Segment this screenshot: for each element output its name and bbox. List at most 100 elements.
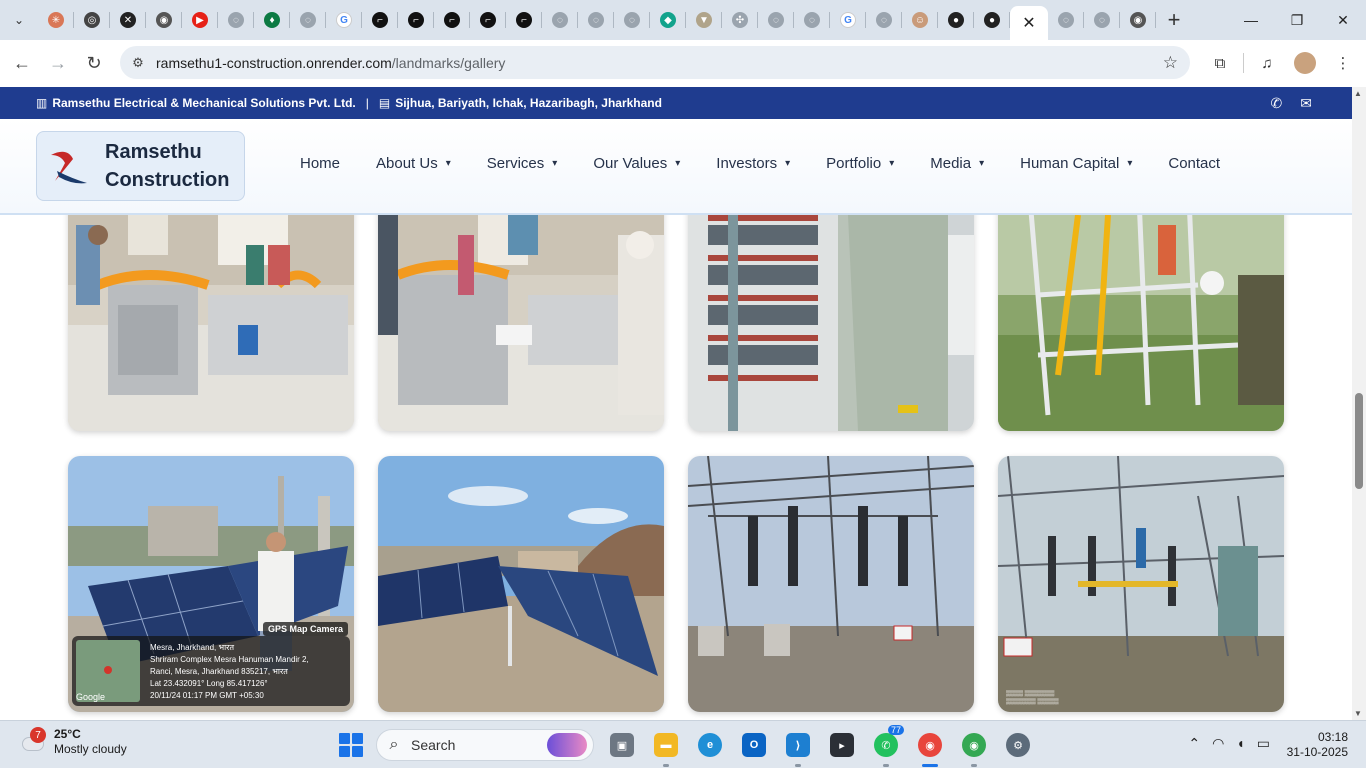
browser-tab-3[interactable]: ✕	[110, 0, 146, 40]
phone-icon[interactable]: ✆	[1271, 95, 1283, 112]
system-clock[interactable]: 03:18 31-10-2025	[1287, 730, 1348, 760]
gallery-photo-3[interactable]	[688, 215, 974, 431]
new-tab-button[interactable]: +	[1156, 0, 1192, 40]
taskbar-search[interactable]: ⌕ Search	[376, 729, 594, 761]
photo-gallery: GPS Map Camera Mesra, Jharkhand, भारत Sh…	[0, 215, 1352, 720]
browser-tab-18[interactable]: ◆	[650, 0, 686, 40]
page-scrollbar[interactable]: ▲ ▼	[1352, 87, 1366, 720]
vscode-icon[interactable]: ⟩	[776, 727, 820, 767]
gallery-photo-6[interactable]	[378, 456, 664, 712]
settings-icon[interactable]: ⚙	[996, 727, 1040, 763]
tab-search-button[interactable]: ⌄	[0, 0, 38, 40]
media-control-icon[interactable]: ♫	[1252, 48, 1282, 78]
browser-tab-26[interactable]: ●	[938, 0, 974, 40]
browser-tab-19[interactable]: ▼	[686, 0, 722, 40]
browser-tab-13[interactable]: ⌐	[470, 0, 506, 40]
browser-tab-15[interactable]: ◌	[542, 0, 578, 40]
gallery-photo-1[interactable]	[68, 215, 354, 431]
vercel-icon: ▼	[696, 12, 712, 28]
browser-tab-20[interactable]: ✣	[722, 0, 758, 40]
nav-item-media[interactable]: Media ▾	[930, 155, 984, 172]
browser-tab-right-3[interactable]: ◉	[1120, 0, 1156, 40]
whatsapp-icon[interactable]: ✆ 77	[864, 725, 908, 767]
maximize-button[interactable]: ❐	[1274, 0, 1320, 40]
browser-tab-1[interactable]: ✳	[38, 0, 74, 40]
gallery-photo-7[interactable]	[688, 456, 974, 712]
back-button[interactable]: ←	[4, 45, 40, 81]
terminal-icon[interactable]: ▸	[820, 727, 864, 763]
nav-item-about-us[interactable]: About Us ▾	[376, 155, 451, 172]
browser-tab-16[interactable]: ◌	[578, 0, 614, 40]
gallery-photo-4[interactable]	[998, 215, 1284, 431]
minimize-button[interactable]: —	[1228, 0, 1274, 40]
nav-item-contact[interactable]: Contact	[1168, 155, 1220, 172]
nav-item-services[interactable]: Services ▾	[487, 155, 558, 172]
browser-tab-6[interactable]: ◌	[218, 0, 254, 40]
browser-tab-27[interactable]: ●	[974, 0, 1010, 40]
browser-tab-8[interactable]: ◌	[290, 0, 326, 40]
outlook-icon[interactable]: O	[732, 727, 776, 763]
gallery-photo-2[interactable]	[378, 215, 664, 431]
chrome-icon[interactable]: ◉	[908, 727, 952, 767]
scrollbar-thumb[interactable]	[1355, 393, 1363, 489]
window-controls: — ❐ ✕	[1228, 0, 1366, 40]
browser-tab-4[interactable]: ◉	[146, 0, 182, 40]
extensions-icon[interactable]: ⧉	[1205, 48, 1235, 78]
leaf-icon: ♦	[264, 12, 280, 28]
active-tab-close-icon[interactable]: ✕	[1010, 6, 1048, 40]
browser-tab-7[interactable]: ♦	[254, 0, 290, 40]
gallery-photo-8[interactable]: ▒▒▒▒ ▒▒▒▒▒▒▒ ▒▒▒▒▒▒▒ ▒▒▒▒▒	[998, 456, 1284, 712]
browser-tab-9[interactable]: G	[326, 0, 362, 40]
browser-tab-10[interactable]: ⌐	[362, 0, 398, 40]
browser-tab-12[interactable]: ⌐	[434, 0, 470, 40]
taskbar-apps: ▣ ▬ e O ⟩ ▸ ✆ 77 ◉ ◉ ⚙	[600, 725, 1040, 767]
weather-widget[interactable]: 7 25°C Mostly cloudy	[16, 727, 127, 757]
profile-avatar[interactable]	[1290, 48, 1320, 78]
scroll-down-icon[interactable]: ▼	[1354, 709, 1362, 718]
chrome-profile-icon[interactable]: ◉	[952, 727, 996, 767]
browser-tab-11[interactable]: ⌐	[398, 0, 434, 40]
site-logo[interactable]: Ramsethu Construction	[36, 131, 245, 201]
browser-tab-right-2[interactable]: ◌	[1084, 0, 1120, 40]
task-view-icon[interactable]: ▣	[600, 727, 644, 763]
scroll-up-icon[interactable]: ▲	[1354, 89, 1362, 98]
forward-button[interactable]: →	[40, 45, 76, 81]
file-explorer-icon[interactable]: ▬	[644, 727, 688, 767]
battery-icon[interactable]: ▭	[1257, 735, 1270, 752]
browser-tab-5[interactable]: ▶	[182, 0, 218, 40]
bookmark-star-icon[interactable]: ☆	[1163, 53, 1178, 73]
volume-icon[interactable]: ◖	[1236, 735, 1244, 752]
nav-item-portfolio[interactable]: Portfolio ▾	[826, 155, 894, 172]
nav-item-home[interactable]: Home	[300, 155, 340, 172]
edge-icon[interactable]: e	[688, 727, 732, 763]
browser-tab-21[interactable]: ◌	[758, 0, 794, 40]
nav-item-investors[interactable]: Investors ▾	[716, 155, 790, 172]
site-settings-icon[interactable]: ⚙	[120, 55, 156, 71]
render-icon: ⌐	[408, 12, 424, 28]
browser-tab-24[interactable]: ◌	[866, 0, 902, 40]
chrome-icon: ◉	[1130, 12, 1146, 28]
start-button[interactable]	[339, 733, 363, 757]
gps-location-overlay: Mesra, Jharkhand, भारत Shriram Complex M…	[72, 636, 350, 706]
browser-tab-17[interactable]: ◌	[614, 0, 650, 40]
chevron-up-icon[interactable]: ⌃	[1188, 735, 1200, 752]
browser-tab-right-1[interactable]: ◌	[1048, 0, 1084, 40]
nav-item-our-values[interactable]: Our Values ▾	[593, 155, 680, 172]
mail-icon[interactable]: ✉	[1300, 95, 1312, 112]
browser-tab-22[interactable]: ◌	[794, 0, 830, 40]
close-window-button[interactable]: ✕	[1320, 0, 1366, 40]
browser-tab-14[interactable]: ⌐	[506, 0, 542, 40]
address-bar[interactable]: ⚙ ramsethu1-construction.onrender.com/la…	[120, 46, 1190, 79]
nav-label: Portfolio	[826, 155, 882, 172]
main-navigation: Home About Us ▾ Services ▾ Our Values ▾ Investo…	[300, 155, 1256, 172]
globe-icon: ◌	[768, 12, 784, 28]
browser-tab-25[interactable]: ☺	[902, 0, 938, 40]
wifi-icon[interactable]: ◠	[1212, 735, 1224, 752]
nav-item-human-capital[interactable]: Human Capital ▾	[1020, 155, 1132, 172]
reload-button[interactable]: ↻	[76, 45, 112, 81]
avatar-icon: ☺	[912, 12, 928, 28]
browser-menu-icon[interactable]: ⋮	[1328, 48, 1358, 78]
browser-tab-2[interactable]: ◎	[74, 0, 110, 40]
browser-tab-23[interactable]: G	[830, 0, 866, 40]
gallery-photo-5[interactable]: GPS Map Camera Mesra, Jharkhand, भारत Sh…	[68, 456, 354, 712]
